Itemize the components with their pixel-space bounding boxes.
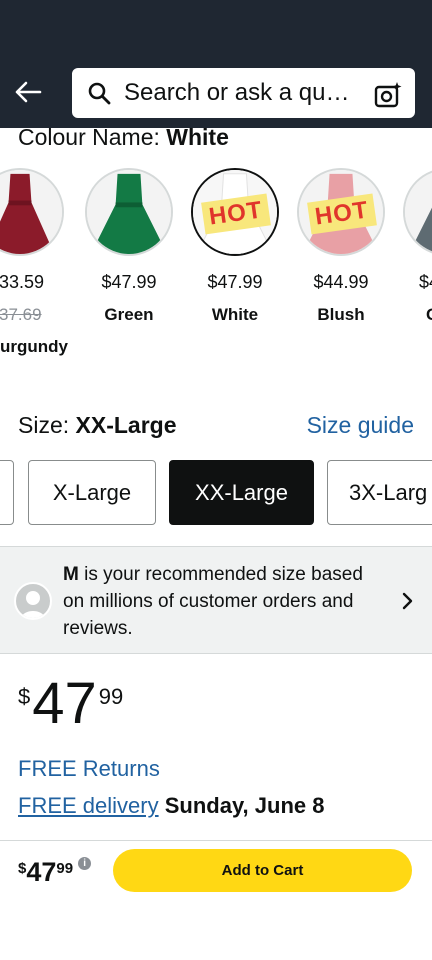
recommendation-text: M is your recommended size based on mill…	[63, 561, 383, 642]
swatch-name-green: Green	[104, 305, 154, 324]
swatch-image-blush: HOT	[297, 168, 385, 256]
bottom-price-currency: $	[18, 860, 27, 877]
delivery-line: FREE delivery Sunday, June 8	[18, 793, 324, 819]
free-delivery-link[interactable]: FREE delivery	[18, 793, 159, 818]
product-price: $ 47 99	[18, 672, 123, 736]
swatch-white[interactable]: HOT $47.99 White	[190, 168, 280, 325]
swatch-name-burgundy: urgundy	[0, 337, 68, 356]
swatch-name-blush: Blush	[317, 305, 365, 324]
info-icon[interactable]: i	[78, 857, 92, 870]
bottom-price-fraction: 99	[56, 860, 74, 877]
camera-search-icon[interactable]	[373, 80, 403, 110]
size-options: X-Large XX-Large 3X-Larg	[0, 460, 432, 526]
swatch-green[interactable]: $47.99 Green	[84, 168, 174, 325]
colour-label: Colour Name:	[18, 124, 167, 150]
divider	[0, 840, 432, 841]
swatch-price-grey: $4	[419, 272, 432, 292]
colour-swatch-list: 33.59 37.69 urgundy $47.99 Green HOT $47…	[0, 168, 432, 368]
swatch-price-white: $47.99	[207, 272, 263, 292]
swatch-price-green: $47.99	[101, 272, 157, 292]
price-fraction: 99	[98, 684, 124, 709]
top-bar: Search or ask a qu…	[0, 0, 432, 128]
swatch-image-burgundy	[0, 168, 64, 256]
size-guide-link[interactable]: Size guide	[307, 412, 414, 439]
recommended-size: M	[63, 564, 79, 585]
search-input[interactable]: Search or ask a qu…	[124, 79, 364, 107]
size-label: Size:	[18, 412, 76, 438]
swatch-list-price-burgundy: 37.69	[0, 305, 42, 324]
bottom-price: $ 47 99 i	[18, 856, 92, 888]
add-to-cart-button[interactable]: Add to Cart	[113, 849, 412, 892]
search-bar[interactable]: Search or ask a qu…	[70, 66, 417, 120]
size-option-partial[interactable]	[0, 460, 14, 525]
user-avatar-icon	[14, 582, 52, 620]
swatch-image-grey	[403, 168, 432, 256]
swatch-blush[interactable]: HOT $44.99 Blush	[296, 168, 386, 325]
swatch-price-blush: $44.99	[313, 272, 369, 292]
back-arrow-icon[interactable]	[10, 74, 46, 110]
swatch-image-green	[85, 168, 173, 256]
chevron-right-icon	[398, 589, 418, 613]
recommendation-body: is your recommended size based on millio…	[63, 564, 363, 639]
swatch-name-white: White	[211, 305, 259, 324]
swatch-grey[interactable]: $4 G	[402, 168, 432, 325]
colour-name-line: Colour Name: White	[18, 124, 229, 151]
price-whole: 47	[32, 671, 97, 736]
delivery-date: Sunday, June 8	[164, 793, 325, 818]
recommended-size-banner[interactable]: M is your recommended size based on mill…	[0, 546, 432, 654]
size-option-3x-large[interactable]: 3X-Larg	[327, 460, 432, 525]
swatch-burgundy[interactable]: 33.59 37.69 urgundy	[0, 168, 68, 357]
bottom-price-whole: 47	[26, 857, 57, 887]
price-currency: $	[18, 684, 31, 709]
free-returns-link[interactable]: FREE Returns	[18, 756, 160, 782]
search-icon	[86, 80, 112, 106]
size-option-x-large[interactable]: X-Large	[28, 460, 156, 525]
size-line: Size: XX-Large	[18, 412, 177, 439]
size-option-xx-large[interactable]: XX-Large	[169, 460, 314, 525]
swatch-price-burgundy: 33.59	[0, 272, 45, 292]
swatch-name-grey: G	[402, 305, 432, 325]
colour-value: White	[166, 124, 229, 150]
size-value: XX-Large	[75, 412, 177, 438]
swatch-image-white: HOT	[191, 168, 279, 256]
